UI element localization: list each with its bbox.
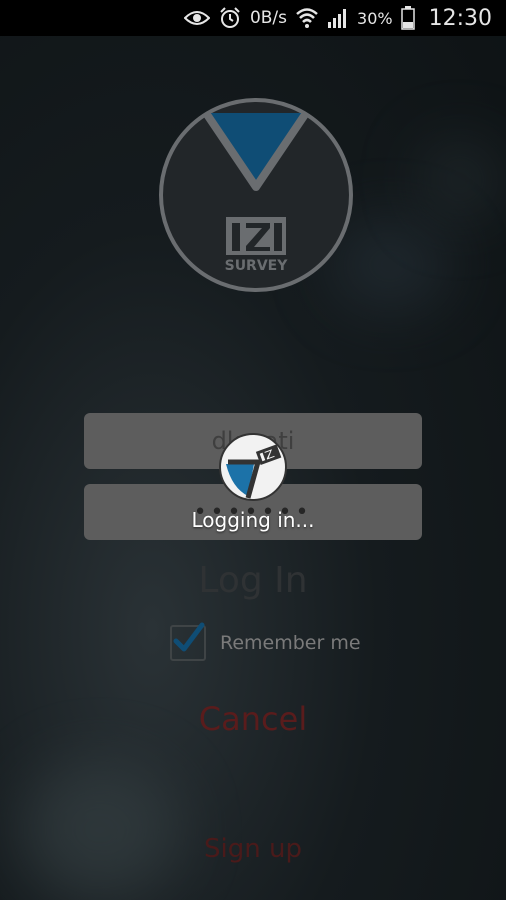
signup-link[interactable]: Sign up	[0, 834, 506, 864]
battery-icon	[400, 6, 415, 30]
remember-label: Remember me	[220, 632, 361, 654]
status-bar: 0B/s 30% 12:30	[0, 0, 506, 36]
clock-time: 12:30	[428, 5, 492, 31]
svg-text:SURVEY: SURVEY	[225, 258, 289, 274]
network-speed: 0B/s	[249, 8, 288, 28]
app-logo: SURVEY	[158, 97, 354, 293]
remember-me-toggle[interactable]: Remember me	[170, 622, 361, 661]
alarm-clock-icon	[218, 6, 242, 30]
wifi-icon	[295, 7, 319, 29]
signal-icon	[327, 7, 349, 29]
battery-percent: 30%	[357, 8, 393, 28]
progress-message: Logging in...	[191, 508, 315, 532]
background-blur	[20, 760, 180, 900]
remember-checkbox[interactable]	[170, 622, 206, 661]
background-blur	[420, 140, 500, 220]
loading-spinner-icon	[218, 432, 288, 502]
cancel-button[interactable]: Cancel	[0, 700, 506, 738]
eye-icon	[183, 9, 210, 27]
login-button[interactable]: Log In	[0, 560, 506, 601]
